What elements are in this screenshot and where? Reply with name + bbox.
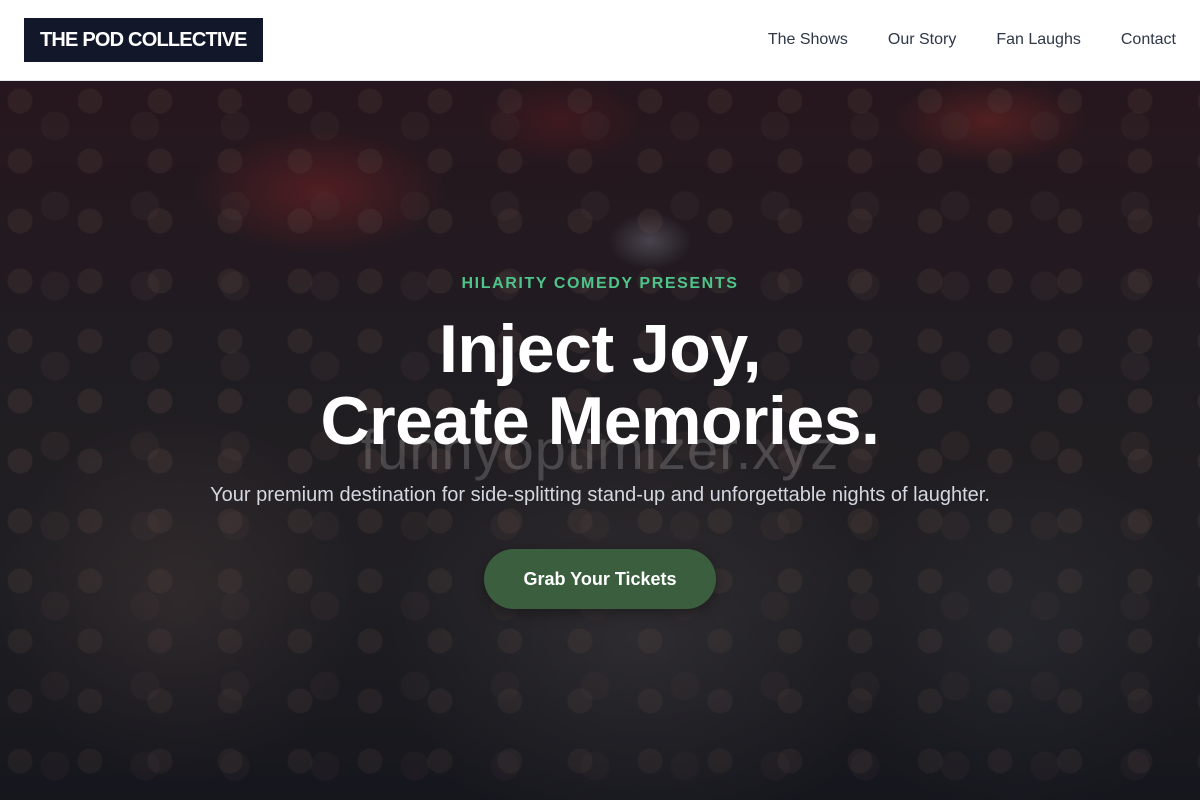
hero-eyebrow: HILARITY COMEDY PRESENTS [461,275,739,292]
main-nav: The Shows Our Story Fan Laughs Contact [768,31,1176,49]
nav-link-fan-laughs[interactable]: Fan Laughs [996,31,1081,49]
site-header: THE POD COLLECTIVE The Shows Our Story F… [0,0,1200,81]
headline-line-1: Inject Joy, [438,311,762,387]
hero-subtitle: Your premium destination for side-splitt… [210,484,990,506]
nav-link-the-shows[interactable]: The Shows [768,31,848,49]
watermark-text: funnyoptimizer.xyz [360,418,840,481]
hero-section: HILARITY COMEDY PRESENTS Inject Joy, Cre… [0,81,1200,800]
nav-link-contact[interactable]: Contact [1121,31,1176,49]
nav-link-our-story[interactable]: Our Story [888,31,956,49]
site-logo[interactable]: THE POD COLLECTIVE [24,18,263,62]
hero-content: HILARITY COMEDY PRESENTS Inject Joy, Cre… [0,81,1200,800]
grab-tickets-button[interactable]: Grab Your Tickets [484,549,716,609]
